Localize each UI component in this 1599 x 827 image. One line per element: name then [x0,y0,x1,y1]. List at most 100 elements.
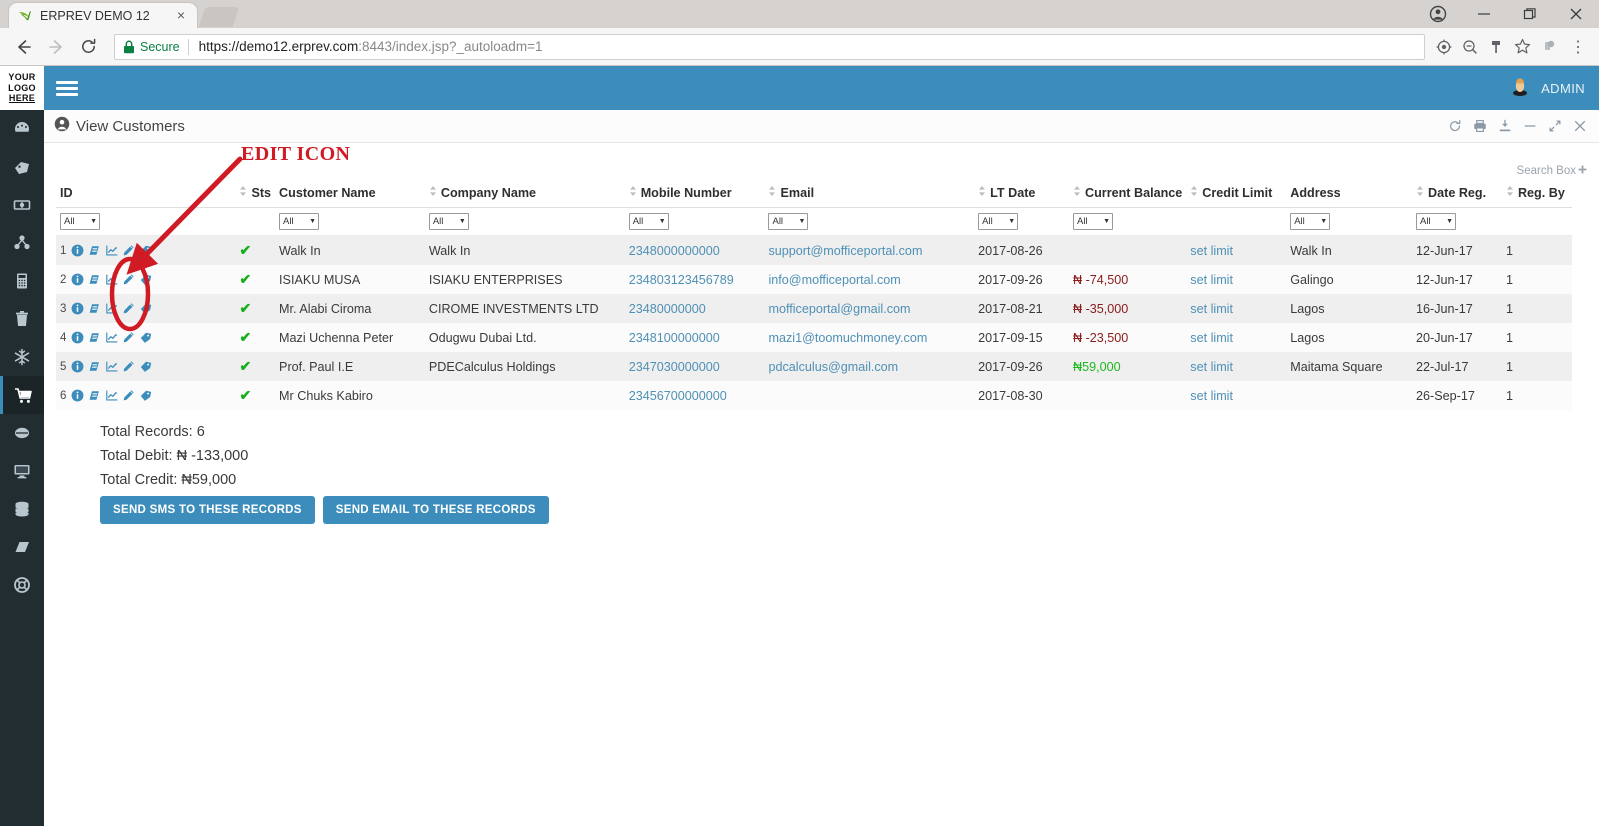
sidebar-item-dashboard[interactable] [0,110,44,148]
filter-current-balance[interactable]: All ▼ [1069,207,1187,236]
col-mobile-number[interactable]: Mobile Number [624,179,765,208]
target-icon[interactable] [1431,34,1457,60]
cell-mobile-number[interactable]: 2348100000000 [625,323,765,352]
sidebar-item-trash[interactable] [0,300,44,338]
col-company-name[interactable]: Company Name [424,179,625,208]
sidebar-item-database[interactable] [0,490,44,528]
cell-id[interactable]: 5 [56,352,235,381]
col-id[interactable]: ID [56,179,236,208]
cell-email[interactable]: pdcalculus@gmail.com [764,352,974,381]
info-circle-icon[interactable] [71,331,84,344]
col-reg-by[interactable]: Reg. By [1501,179,1572,208]
refresh-icon[interactable] [1448,119,1462,133]
info-circle-icon[interactable] [71,302,84,315]
book-icon[interactable] [87,244,101,257]
tag-icon[interactable] [139,389,153,402]
sidebar-item-tags[interactable] [0,148,44,186]
profile-icon[interactable] [1415,0,1461,28]
table-row[interactable]: 1 ✔ Walk In Walk In 2348000000000 support@mof… [56,235,1572,266]
new-tab-button[interactable] [198,7,240,27]
info-circle-icon[interactable] [71,273,84,286]
filter-address[interactable]: All ▼ [1286,207,1413,236]
pencil-edit-icon[interactable] [122,273,135,286]
cell-credit-limit[interactable]: set limit [1186,323,1286,352]
filter-select-id[interactable]: All ▼ [60,213,100,230]
print-icon[interactable] [1473,119,1487,133]
cell-mobile-number[interactable]: 23456700000000 [625,381,765,410]
cell-email[interactable] [764,381,974,410]
star-icon[interactable] [1509,34,1535,60]
send-email-button[interactable]: SEND EMAIL TO THESE RECORDS [322,496,549,524]
sidebar-item-support[interactable] [0,566,44,604]
extension-puzzle-icon[interactable] [1535,34,1565,60]
col-current-balance[interactable]: Current Balance [1069,179,1187,208]
filter-select-company-name[interactable]: All ▼ [428,213,469,230]
filter-mobile-number[interactable]: All ▼ [624,207,765,236]
table-row[interactable]: 5 ✔ Prof. Paul I.E PDECalculus Holdings 2347… [56,352,1572,381]
filter-select-current-balance[interactable]: All ▼ [1073,213,1113,230]
filter-date-reg[interactable]: All ▼ [1412,207,1502,236]
book-icon[interactable] [87,331,101,344]
filter-email[interactable]: All ▼ [764,207,975,236]
col-email[interactable]: Email [764,179,975,208]
cell-id[interactable]: 2 [56,265,235,294]
filter-select-lt-date[interactable]: All ▼ [978,213,1019,230]
filter-select-address[interactable]: All ▼ [1290,213,1331,230]
sidebar-item-monitor[interactable] [0,452,44,490]
pencil-edit-icon[interactable] [122,389,135,402]
cell-id[interactable]: 3 [56,294,235,323]
sidebar-item-sales-cart[interactable] [0,376,44,414]
table-row[interactable]: 4 ✔ Mazi Uchenna Peter Odugwu Dubai Ltd. 234… [56,323,1572,352]
cell-mobile-number[interactable]: 2348000000000 [625,236,765,266]
col-lt-date[interactable]: LT Date [974,179,1069,208]
search-box-toggle[interactable]: Search Box [1517,165,1587,177]
book-icon[interactable] [87,360,101,373]
tab-close-icon[interactable]: × [173,7,189,24]
key-icon[interactable] [1483,34,1509,60]
col-customer-name[interactable]: Customer Name [275,179,425,208]
cell-credit-limit[interactable]: set limit [1186,236,1286,266]
filter-lt-date[interactable]: All ▼ [974,207,1069,236]
book-icon[interactable] [87,302,101,315]
col-address[interactable]: Address [1286,179,1413,208]
user-menu[interactable]: ADMIN [1509,75,1585,102]
filter-select-customer-name[interactable]: All ▼ [279,213,320,230]
filter-id[interactable]: All ▼ [56,207,236,236]
filter-customer-name[interactable]: All ▼ [275,207,425,236]
sidebar-item-share[interactable] [0,224,44,262]
filter-company-name[interactable]: All ▼ [424,207,625,236]
filter-select-email[interactable]: All ▼ [768,213,809,230]
tag-icon[interactable] [139,302,153,315]
tag-icon[interactable] [139,360,153,373]
tag-icon[interactable] [139,273,153,286]
address-bar[interactable]: Secure https://demo12.erprev.com:8443/in… [114,33,1425,60]
cell-id[interactable]: 4 [56,323,235,352]
cell-mobile-number[interactable]: 2347030000000 [625,352,765,381]
chart-line-icon[interactable] [105,331,119,344]
info-circle-icon[interactable] [71,244,84,257]
col-sts[interactable]: Sts [235,179,276,208]
cell-credit-limit[interactable]: set limit [1186,352,1286,381]
pencil-edit-icon[interactable] [122,302,135,315]
info-circle-icon[interactable] [71,360,84,373]
logo[interactable]: YOUR LOGO HERE [0,66,44,110]
book-icon[interactable] [87,273,101,286]
reload-icon[interactable] [72,32,104,62]
minimize-window-button[interactable] [1461,0,1507,28]
pencil-edit-icon[interactable] [122,244,135,257]
book-icon[interactable] [87,389,101,402]
cell-credit-limit[interactable]: set limit [1186,294,1286,323]
send-sms-button[interactable]: SEND SMS TO THESE RECORDS [100,496,315,524]
chart-line-icon[interactable] [105,302,119,315]
cell-id[interactable]: 6 [56,381,235,410]
chart-line-icon[interactable] [105,273,119,286]
cell-credit-limit[interactable]: set limit [1186,381,1286,410]
cell-email[interactable]: info@mofficeportal.com [764,265,974,294]
close-panel-icon[interactable] [1573,119,1587,133]
sidebar-item-snowflake[interactable] [0,338,44,376]
cell-mobile-number[interactable]: 23480000000 [625,294,765,323]
table-row[interactable]: 2 ✔ ISIAKU MUSA ISIAKU ENTERPRISES 234803123… [56,265,1572,294]
maximize-window-button[interactable] [1507,0,1553,28]
browser-tab-active[interactable]: ERPREV DEMO 12 × [8,2,198,28]
back-arrow-icon[interactable] [8,32,40,62]
